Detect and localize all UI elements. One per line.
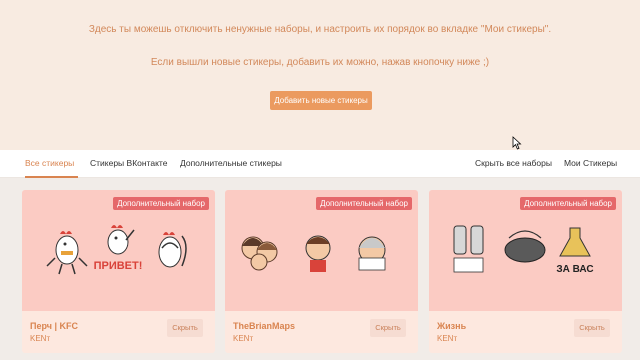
add-new-stickers-button[interactable]: Добавить новые стикеры (270, 91, 372, 110)
pan-sticker (504, 230, 546, 263)
sticker-set-author: KENт (233, 334, 254, 343)
people-stickers-illustration (241, 235, 386, 272)
sticker-caption: ЗА ВАС (556, 264, 593, 275)
additional-set-badge: Дополнительный набор (316, 197, 412, 210)
hide-all-sets-link[interactable]: Скрыть все наборы (475, 158, 552, 168)
tabs-bar: Все стикеры Стикеры ВКонтакте Дополнител… (0, 150, 640, 178)
hide-set-button[interactable]: Скрыть (167, 319, 203, 337)
hide-set-button[interactable]: Скрыть (370, 319, 406, 337)
banner-text-line-2: Если вышли новые стикеры, добавить их мо… (150, 57, 490, 68)
rooster-sticker-2: ПРИВЕТ! (94, 225, 143, 272)
info-banner: Здесь ты можешь отключить ненужные набор… (0, 0, 640, 150)
sticker-caption: ПРИВЕТ! (94, 260, 143, 272)
people-sticker-2 (305, 235, 331, 272)
additional-set-badge: Дополнительный набор (520, 197, 616, 210)
life-stickers-illustration: ЗА ВАС (453, 225, 594, 275)
sticker-set-title: TheBrianMaps (233, 321, 296, 331)
people-sticker-3 (358, 236, 386, 271)
tab-all-stickers[interactable]: Все стикеры (25, 158, 74, 168)
sticker-set-card[interactable]: Дополнительный набор ПРИВЕТ! Перч | KFC … (22, 190, 215, 353)
tab-my-stickers[interactable]: Мои Стикеры (564, 158, 617, 168)
bottles-sticker (453, 225, 484, 273)
active-tab-indicator (25, 176, 78, 178)
rooster-sticker-1 (46, 231, 88, 275)
sticker-set-card[interactable]: Дополнительный набор TheBrianMaps KENт С (225, 190, 418, 353)
sticker-set-title: Жизнь (437, 321, 467, 331)
banner-text-line-1: Здесь ты можешь отключить ненужные набор… (88, 24, 552, 35)
mouse-cursor-icon (512, 136, 522, 150)
sticker-preview: Дополнительный набор (225, 190, 418, 311)
additional-set-badge: Дополнительный набор (113, 197, 209, 210)
flask-sticker: ЗА ВАС (556, 227, 594, 275)
hide-set-button[interactable]: Скрыть (574, 319, 610, 337)
rooster-stickers-illustration: ПРИВЕТ! (46, 225, 187, 275)
tab-extra-stickers[interactable]: Дополнительные стикеры (180, 158, 282, 168)
sticker-set-author: KENт (437, 334, 458, 343)
sticker-preview: Дополнительный набор ПРИВЕТ! (22, 190, 215, 311)
sticker-set-card[interactable]: Дополнительный набор ЗА ВАС Жизнь KENт С… (429, 190, 622, 353)
people-sticker-1 (241, 236, 278, 271)
sticker-preview: Дополнительный набор ЗА ВАС (429, 190, 622, 311)
sticker-set-author: KENт (30, 334, 51, 343)
tab-vk-stickers[interactable]: Стикеры ВКонтакте (90, 158, 167, 168)
rooster-sticker-3 (158, 232, 187, 268)
sticker-set-title: Перч | KFC (30, 321, 78, 331)
